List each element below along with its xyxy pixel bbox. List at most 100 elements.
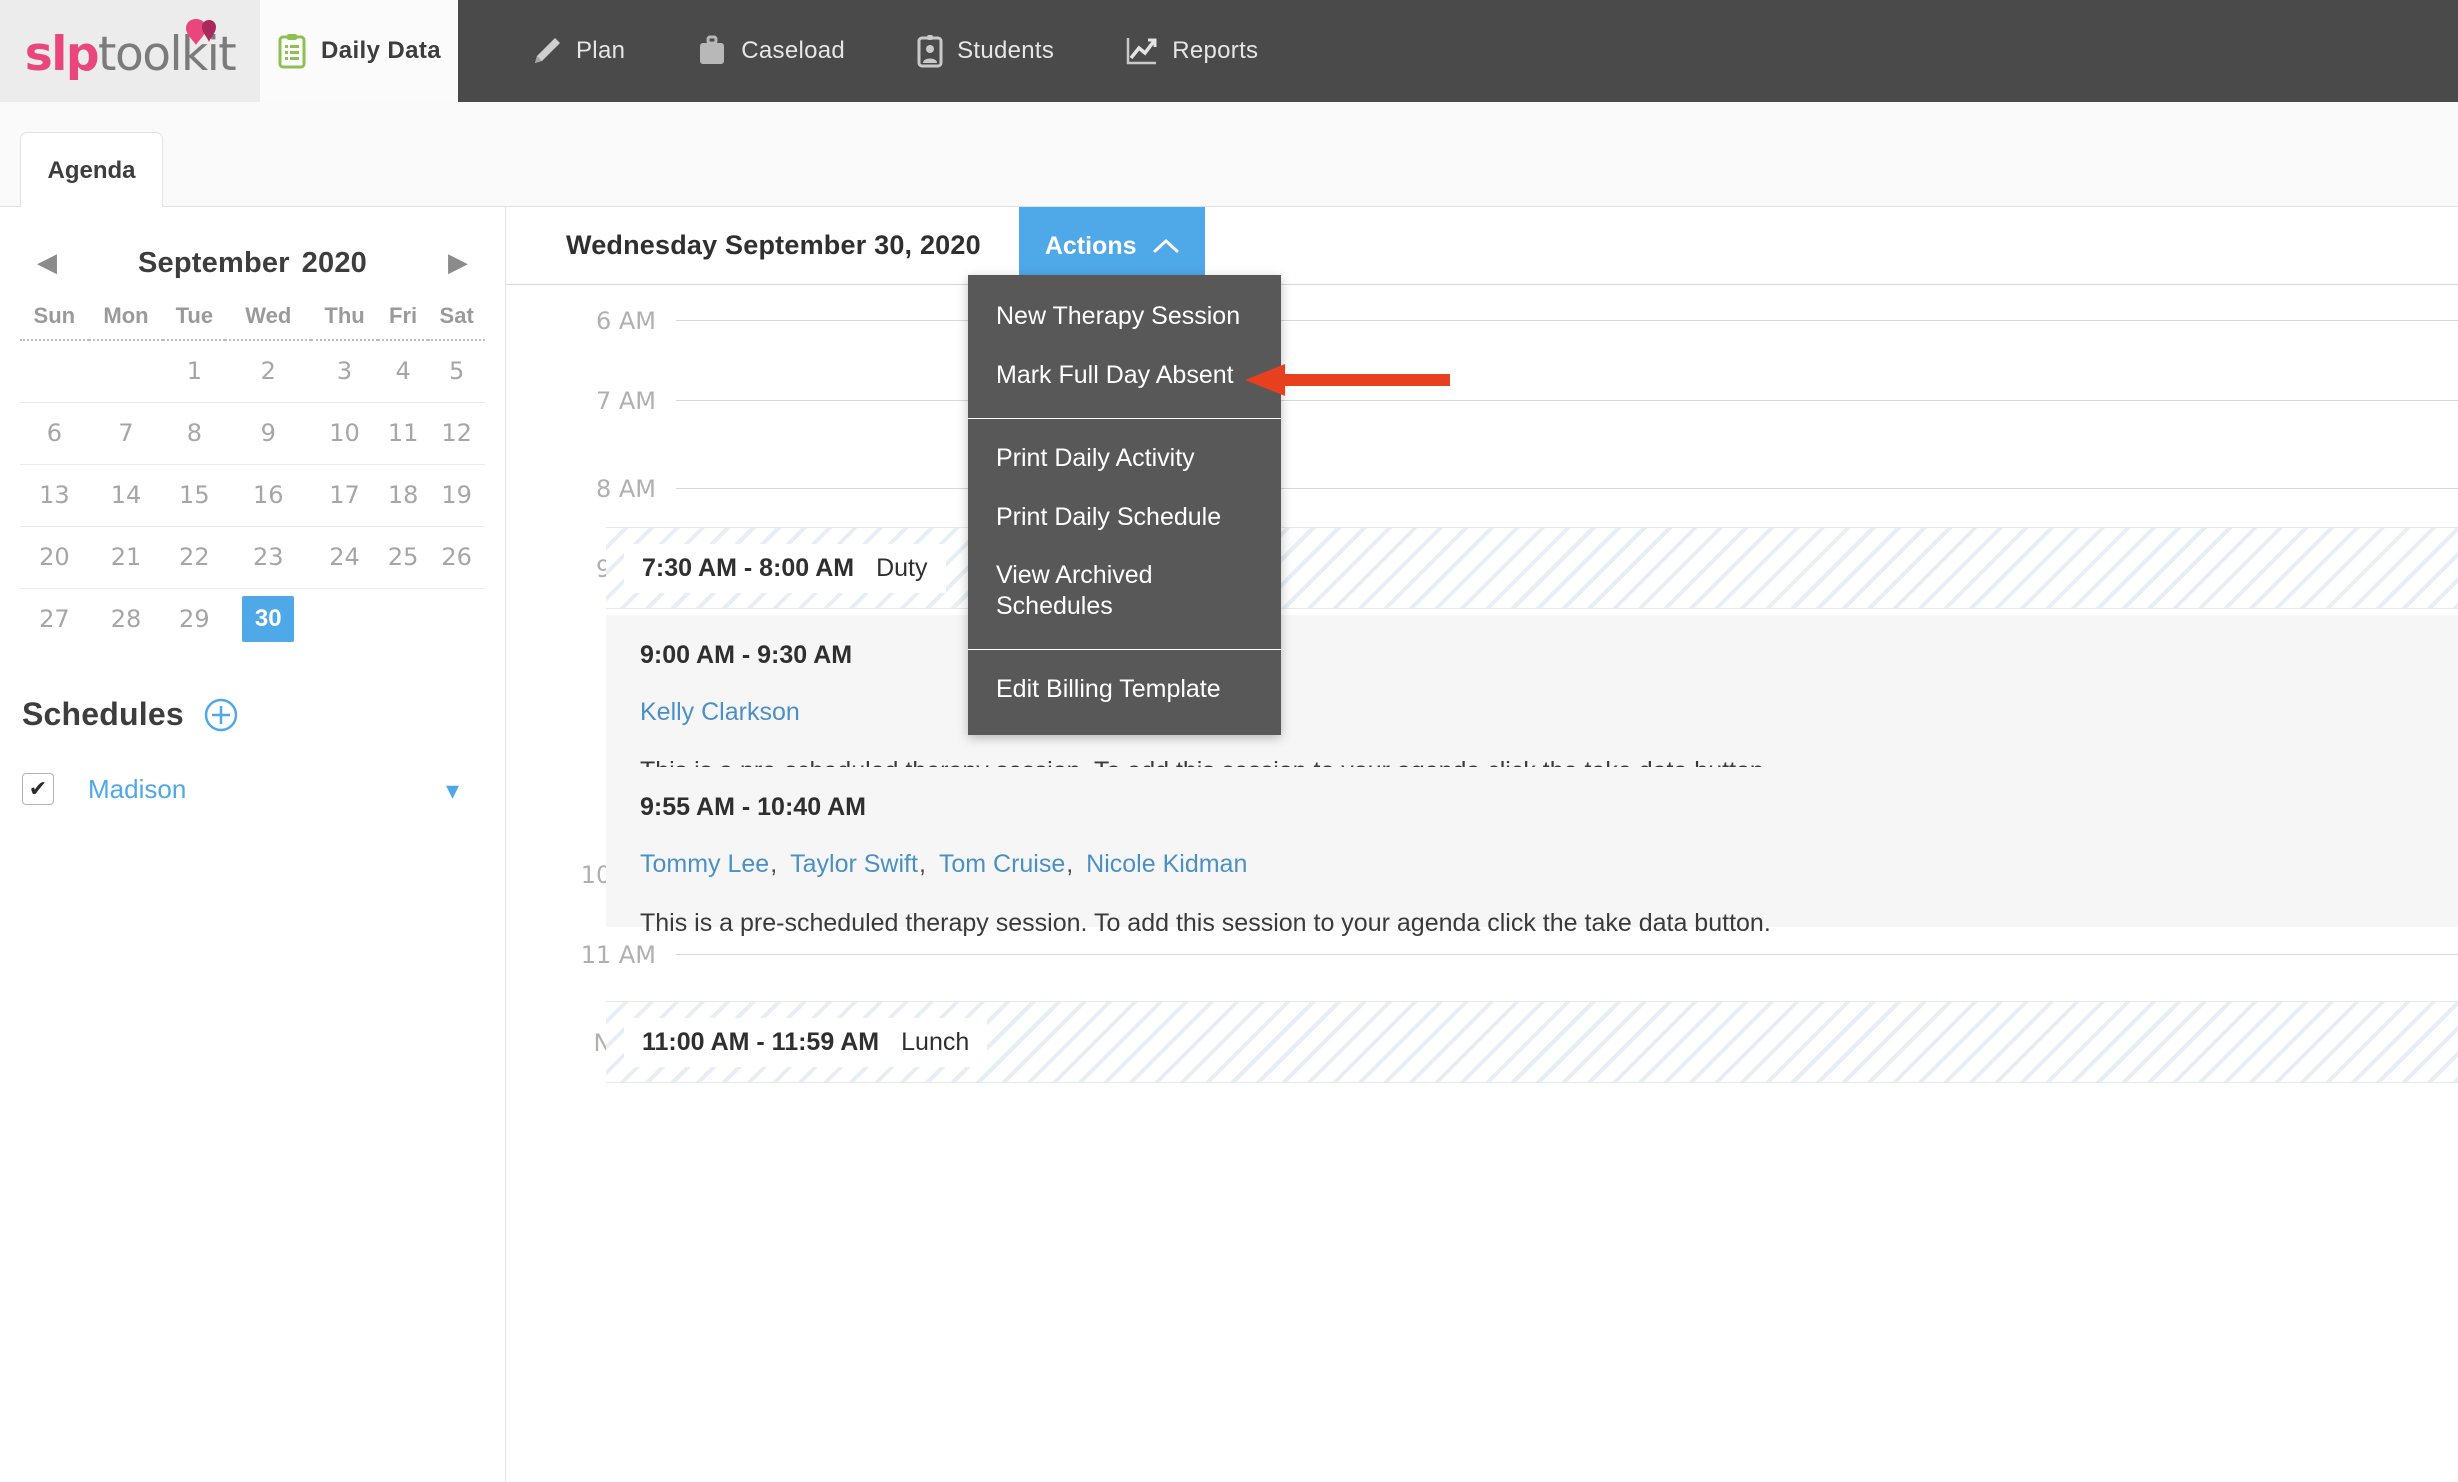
calendar-month: September [137,246,290,279]
calendar-body: 1 2 3 4 5 6 7 8 9 10 11 12 13 14 15 16 17 18 19 20 21 22 23 24 2… [20,340,485,650]
schedules-header: Schedules [20,696,485,733]
hour-label: 6 AM [595,307,656,335]
chart-line-icon [1126,36,1158,66]
actions-button-label: Actions [1044,231,1137,260]
hour-gridline [676,320,2458,321]
app-logo[interactable]: slptoolkit [0,0,260,102]
chevron-up-icon [1153,232,1179,261]
calendar-day[interactable]: 24 [311,526,378,589]
logo-slp-text: slp [24,26,100,82]
schedule-checkbox-madison[interactable]: ✔ [22,773,54,805]
calendar-day-selected[interactable]: 30 [225,588,311,650]
dropdown-item-edit-billing-template[interactable]: Edit Billing Template [968,660,1281,719]
calendar-weekday-thu: Thu [311,303,378,341]
calendar-day[interactable]: 14 [88,464,164,527]
calendar-next-month-button[interactable]: ▶ [443,247,473,277]
calendar-year: 2020 [301,246,367,279]
calendar-day-empty [378,588,428,650]
agenda-panel: Wednesday September 30, 2020 Actions 6 A… [506,207,2458,1482]
calendar-day[interactable]: 22 [163,526,226,589]
blocked-time-event[interactable]: 7:30 AM - 8:00 AM Duty [606,527,2458,609]
nav-item-plan[interactable]: Plan [496,0,661,102]
calendar-day-empty [20,340,89,403]
hour-label: 11 AM [580,941,656,969]
calendar-weekday-mon: Mon [88,303,164,341]
calendar-grid: Sun Mon Tue Wed Thu Fri Sat 1 2 3 4 5 6 7 8 9 10 11 12 13 1… [20,303,485,650]
calendar-title: September 2020 [138,247,367,280]
calendar-day[interactable]: 27 [20,588,89,650]
dropdown-separator [968,418,1281,419]
calendar-day-highlighted[interactable]: 29 [163,588,225,650]
dropdown-separator [968,649,1281,650]
student-link[interactable]: Nicole Kidman [1086,850,1247,878]
calendar-day[interactable]: 21 [88,526,164,589]
calendar-day[interactable]: 4 [377,340,429,403]
id-badge-icon [917,34,943,68]
session-time: 9:00 AM - 9:30 AM [640,641,853,669]
calendar-day[interactable]: 25 [377,526,429,589]
calendar-day[interactable]: 7 [88,402,164,465]
plus-circle-icon[interactable] [204,698,238,732]
grid-top-border [506,284,2458,285]
agenda-header: Wednesday September 30, 2020 Actions [506,207,2458,285]
dropdown-item-mark-full-day-absent[interactable]: Mark Full Day Absent [968,346,1281,405]
dropdown-item-new-therapy-session[interactable]: New Therapy Session [968,287,1281,346]
calendar-week-row: 6 7 8 9 10 11 12 [20,402,485,465]
session-description: This is a pre-scheduled therapy session.… [640,909,1771,937]
calendar-day[interactable]: 10 [311,402,378,465]
calendar-day[interactable]: 12 [428,402,485,465]
dropdown-item-print-daily-activity[interactable]: Print Daily Activity [968,429,1281,488]
calendar-day[interactable]: 19 [428,464,485,527]
blocked-time-event[interactable]: 11:00 AM - 11:59 AM Lunch [606,1001,2458,1083]
calendar-week-row: 13 14 15 16 17 18 19 [20,464,485,527]
calendar-day[interactable]: 8 [163,402,226,465]
schedule-label-madison[interactable]: Madison [88,774,186,805]
calendar-weekday-fri: Fri [377,303,429,341]
student-link[interactable]: Taylor Swift [790,850,918,878]
student-link[interactable]: Tom Cruise [939,850,1065,878]
schedule-item-madison[interactable]: ✔ Madison ▾ [20,773,485,805]
therapy-session-card[interactable]: 9:00 AM - 9:30 AMKelly ClarksonThis is a… [606,615,2458,785]
session-student-list: Tommy Lee, Taylor Swift, Tom Cruise, Nic… [640,850,2424,879]
actions-dropdown-menu[interactable]: New Therapy Session Mark Full Day Absent P… [968,275,1281,735]
calendar-prev-month-button[interactable]: ◀ [32,247,62,277]
calendar-week-row: 27 28 29 30 [20,588,485,650]
dropdown-item-view-archived-schedules[interactable]: View Archived Schedules [968,546,1281,635]
calendar-day[interactable]: 2 [225,340,312,403]
calendar-day[interactable]: 18 [377,464,429,527]
briefcase-icon [697,35,727,67]
student-link[interactable]: Tommy Lee [640,850,769,878]
calendar-day[interactable]: 15 [163,464,226,527]
calendar-day[interactable]: 20 [20,526,89,589]
calendar-day[interactable]: 23 [225,526,312,589]
annotation-arrow-icon [1245,362,1450,403]
calendar-day[interactable]: 5 [428,340,485,403]
calendar-day[interactable]: 17 [311,464,378,527]
calendar-week-row: 20 21 22 23 24 25 26 [20,526,485,589]
chevron-down-icon[interactable]: ▾ [446,775,459,806]
calendar-day[interactable]: 26 [428,526,485,589]
session-time: 9:55 AM - 10:40 AM [640,793,866,821]
calendar-day[interactable]: 3 [311,340,378,403]
dropdown-item-print-daily-schedule[interactable]: Print Daily Schedule [968,488,1281,547]
calendar-day[interactable]: 11 [377,402,429,465]
actions-button[interactable]: Actions [1018,207,1205,285]
calendar-weekday-tue: Tue [163,303,226,341]
blocked-event-name: Lunch [901,1027,970,1056]
nav-item-students[interactable]: Students [881,0,1090,102]
calendar-weekday-wed: Wed [225,303,312,341]
tab-bar: Agenda [0,102,2458,208]
calendar-day[interactable]: 9 [225,402,312,465]
nav-label-reports: Reports [1172,37,1259,64]
calendar-day[interactable]: 6 [20,402,89,465]
nav-item-daily-data[interactable]: Daily Data [260,0,458,102]
calendar-day[interactable]: 1 [163,340,226,403]
nav-item-caseload[interactable]: Caseload [661,0,881,102]
calendar-day[interactable]: 16 [225,464,312,527]
calendar-day[interactable]: 13 [20,464,89,527]
nav-item-reports[interactable]: Reports [1090,0,1294,102]
calendar-day[interactable]: 28 [89,588,164,650]
tab-agenda[interactable]: Agenda [20,132,163,208]
student-link[interactable]: Kelly Clarkson [640,698,800,726]
therapy-session-card[interactable]: 9:55 AM - 10:40 AM Tommy Lee, Taylor Swif… [606,767,2458,937]
